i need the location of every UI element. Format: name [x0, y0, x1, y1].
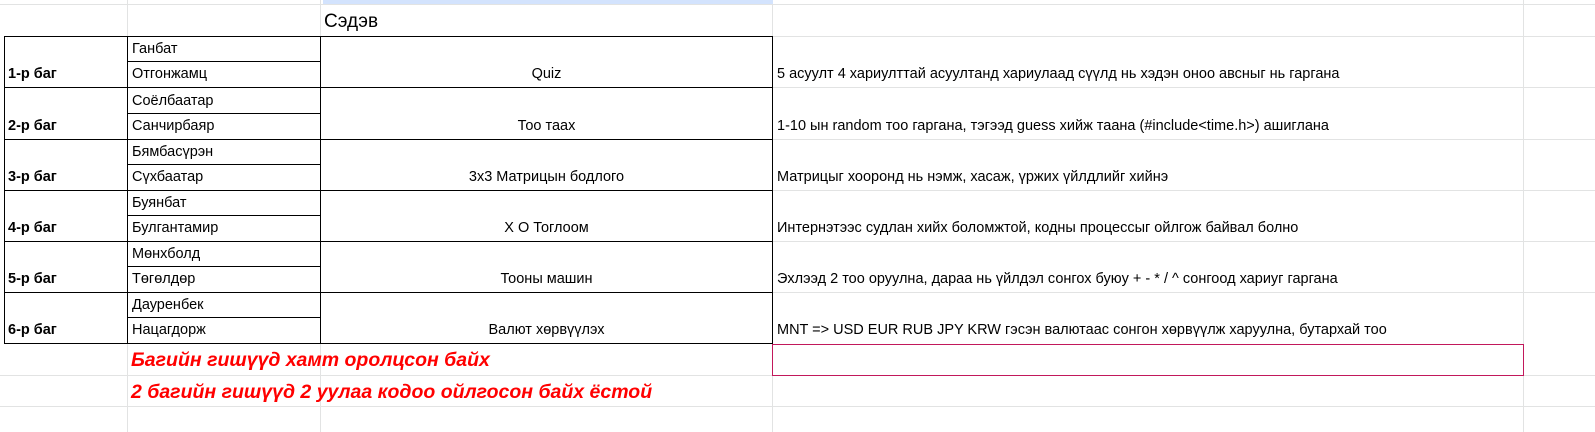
column-header-highlight [323, 0, 773, 4]
table-border [4, 190, 773, 191]
gridline [127, 0, 128, 36]
gridline [772, 190, 1595, 191]
note-cell[interactable]: 2 багийн гишүүд 2 уулаа кодоо ойлгосон б… [131, 380, 652, 404]
note-cell[interactable]: Багийн гишүүд хамт оролцсон байх [131, 348, 490, 372]
table-border [127, 164, 321, 165]
table-border [4, 292, 773, 293]
table-border [4, 241, 773, 242]
team-name-cell[interactable]: 3-р баг [8, 168, 57, 186]
member-cell[interactable]: Төгөлдөр [132, 270, 195, 288]
gridline [772, 36, 1595, 37]
member-cell[interactable]: Отгонжамц [132, 65, 207, 83]
gridline [0, 4, 1595, 5]
team-name-cell[interactable]: 1-р баг [8, 65, 57, 83]
member-cell[interactable]: Нацагдорж [132, 321, 206, 339]
table-border [4, 139, 773, 140]
topic-cell[interactable]: Тооны машин [321, 270, 772, 288]
description-cell[interactable]: Матрицыг хооронд нь нэмж, хасаж, үржих ү… [777, 168, 1168, 186]
gridline [772, 87, 1595, 88]
description-cell[interactable]: 1-10 ын random тоо гаргана, тэгээд guess… [777, 117, 1329, 135]
table-border [127, 266, 321, 267]
member-cell[interactable]: Соёлбаатар [132, 92, 213, 110]
team-name-cell[interactable]: 6-р баг [8, 321, 57, 339]
table-border [4, 343, 773, 344]
gridline [0, 406, 1595, 407]
table-border [127, 215, 321, 216]
description-cell[interactable]: 5 асуулт 4 хариулттай асуултанд хариулаа… [777, 65, 1339, 83]
table-border [4, 36, 773, 37]
member-cell[interactable]: Ганбат [132, 40, 177, 58]
selected-cell[interactable] [772, 344, 1524, 376]
description-cell[interactable]: Эхлээд 2 тоо оруулна, дараа нь үйлдэл со… [777, 270, 1338, 288]
team-name-cell[interactable]: 5-р баг [8, 270, 57, 288]
topic-cell[interactable]: Валют хөрвүүлэх [321, 321, 772, 339]
gridline [772, 139, 1595, 140]
topic-cell[interactable]: X O Тоглоом [321, 219, 772, 237]
member-cell[interactable]: Бямбасүрэн [132, 143, 213, 161]
gridline [127, 344, 128, 432]
member-cell[interactable]: Сүхбаатар [132, 168, 203, 186]
team-name-cell[interactable]: 2-р баг [8, 117, 57, 135]
gridline [772, 241, 1595, 242]
member-cell[interactable]: Булгантамир [132, 219, 218, 237]
topic-cell[interactable]: 3x3 Матрицын бодлого [321, 168, 772, 186]
description-cell[interactable]: MNT => USD EUR RUB JPY KRW гэсэн валютаа… [777, 321, 1387, 339]
member-cell[interactable]: Буянбат [132, 194, 187, 212]
team-name-cell[interactable]: 4-р баг [8, 219, 57, 237]
topic-cell[interactable]: Quiz [321, 65, 772, 83]
topic-cell[interactable]: Тоо таах [321, 117, 772, 135]
table-border [127, 61, 321, 62]
member-cell[interactable]: Мөнхболд [132, 245, 200, 263]
gridline [772, 292, 1595, 293]
table-border [127, 113, 321, 114]
description-cell[interactable]: Интернэтээс судлан хийх боломжтой, кодны… [777, 219, 1298, 237]
member-cell[interactable]: Дауренбек [132, 296, 204, 314]
table-border [4, 87, 773, 88]
table-border [127, 317, 321, 318]
member-cell[interactable]: Санчирбаяр [132, 117, 214, 135]
topic-header-cell[interactable]: Сэдэв [324, 11, 378, 33]
